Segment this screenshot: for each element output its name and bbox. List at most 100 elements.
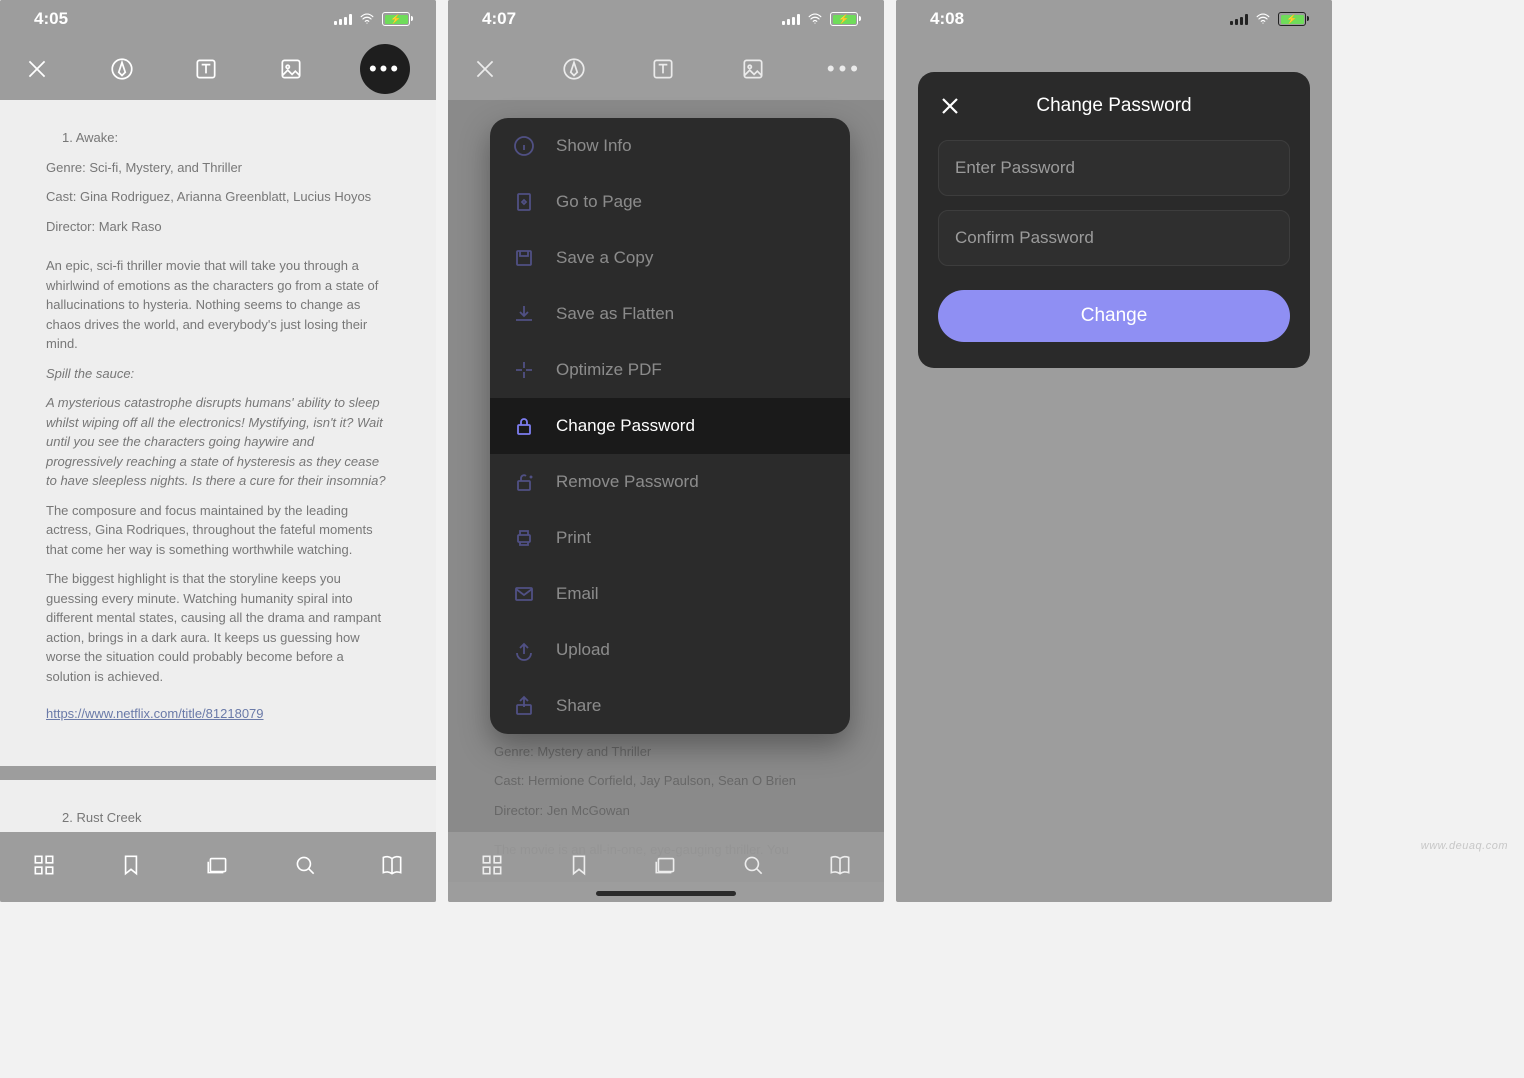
- document-page-1: 1. Awake: Genre: Sci-fi, Mystery, and Th…: [0, 100, 436, 766]
- menu-item-label: Show Info: [556, 136, 632, 156]
- pen-tool-button[interactable]: [107, 54, 137, 84]
- status-time: 4:08: [930, 9, 964, 29]
- menu-item-label: Save a Copy: [556, 248, 653, 268]
- save-copy-icon: [512, 246, 536, 270]
- doc-line: Cast: Gina Rodriguez, Arianna Greenblatt…: [46, 187, 390, 207]
- menu-item-label: Save as Flatten: [556, 304, 674, 324]
- doc-spill-label: Spill the sauce:: [46, 364, 390, 384]
- wifi-icon: [1254, 12, 1272, 26]
- confirm-password-field[interactable]: [938, 210, 1290, 266]
- bottom-tabbar: [0, 832, 436, 902]
- screenshot-3: 4:08 ⚡ Change Password Change: [896, 0, 1332, 902]
- text-tool-button[interactable]: [648, 54, 678, 84]
- menu-item-label: Remove Password: [556, 472, 699, 492]
- doc-line: Genre: Mystery and Thriller: [494, 742, 838, 762]
- home-indicator: [596, 891, 736, 896]
- text-tool-button[interactable]: [191, 54, 221, 84]
- close-button[interactable]: [22, 54, 52, 84]
- grid-tab[interactable]: [479, 852, 505, 883]
- menu-item-share[interactable]: Share: [490, 678, 850, 734]
- doc-line: 1. Awake:: [46, 128, 390, 148]
- more-button[interactable]: •••: [360, 44, 410, 94]
- menu-item-label: Print: [556, 528, 591, 548]
- doc-line: Cast: Hermione Corfield, Jay Paulson, Se…: [494, 771, 838, 791]
- menu-item-label: Go to Page: [556, 192, 642, 212]
- change-button[interactable]: Change: [938, 290, 1290, 342]
- search-tab[interactable]: [292, 852, 318, 883]
- flatten-icon: [512, 302, 536, 326]
- modal-title: Change Password: [938, 95, 1290, 117]
- image-tool-button[interactable]: [738, 54, 768, 84]
- doc-paragraph: The composure and focus maintained by th…: [46, 501, 390, 560]
- document-viewport[interactable]: 1. Awake: Genre: Sci-fi, Mystery, and Th…: [0, 100, 436, 902]
- battery-icon: ⚡: [1278, 12, 1306, 26]
- battery-icon: ⚡: [382, 12, 410, 26]
- status-bar: 4:08 ⚡: [896, 0, 1332, 38]
- menu-item-show-info[interactable]: Show Info: [490, 118, 850, 174]
- enter-password-field[interactable]: [938, 140, 1290, 196]
- menu-item-label: Optimize PDF: [556, 360, 662, 380]
- menu-item-optimize-pdf[interactable]: Optimize PDF: [490, 342, 850, 398]
- book-tab[interactable]: [827, 852, 853, 883]
- status-time: 4:07: [482, 9, 516, 29]
- image-tool-button[interactable]: [276, 54, 306, 84]
- thumbnails-tab[interactable]: [653, 852, 679, 883]
- wifi-icon: [806, 12, 824, 26]
- menu-item-label: Email: [556, 584, 599, 604]
- menu-item-save-as-flatten[interactable]: Save as Flatten: [490, 286, 850, 342]
- watermark-text: www.deuaq.com: [1421, 840, 1508, 852]
- menu-item-remove-password[interactable]: Remove Password: [490, 454, 850, 510]
- menu-item-upload[interactable]: Upload: [490, 622, 850, 678]
- more-menu-popover: Show Info Go to Page Save a Copy Save as Fl…: [490, 118, 850, 734]
- more-button[interactable]: •••: [827, 56, 862, 82]
- unlock-icon: [512, 470, 536, 494]
- doc-paragraph-italic: A mysterious catastrophe disrupts humans…: [46, 393, 390, 491]
- menu-item-print[interactable]: Print: [490, 510, 850, 566]
- doc-line: Director: Mark Raso: [46, 217, 390, 237]
- more-icon: •••: [369, 58, 401, 80]
- top-toolbar: •••: [0, 38, 436, 100]
- doc-paragraph: The biggest highlight is that the storyl…: [46, 569, 390, 686]
- change-password-modal: Change Password Change: [918, 72, 1310, 368]
- doc-line: Director: Jen McGowan: [494, 801, 838, 821]
- status-time: 4:05: [34, 9, 68, 29]
- lock-icon: [512, 414, 536, 438]
- menu-item-label: Change Password: [556, 416, 695, 436]
- print-icon: [512, 526, 536, 550]
- menu-item-label: Share: [556, 696, 601, 716]
- search-tab[interactable]: [740, 852, 766, 883]
- top-toolbar: •••: [448, 38, 884, 100]
- book-tab[interactable]: [379, 852, 405, 883]
- doc-link[interactable]: https://www.netflix.com/title/81218079: [46, 706, 264, 721]
- thumbnails-tab[interactable]: [205, 852, 231, 883]
- doc-line: 2. Rust Creek: [46, 808, 390, 828]
- goto-page-icon: [512, 190, 536, 214]
- bookmark-tab[interactable]: [118, 852, 144, 883]
- menu-item-change-password[interactable]: Change Password: [490, 398, 850, 454]
- doc-paragraph: An epic, sci-fi thriller movie that will…: [46, 256, 390, 354]
- upload-icon: [512, 638, 536, 662]
- info-icon: [512, 134, 536, 158]
- doc-line: Genre: Sci-fi, Mystery, and Thriller: [46, 158, 390, 178]
- signal-icon: [334, 13, 352, 25]
- share-icon: [512, 694, 536, 718]
- wifi-icon: [358, 12, 376, 26]
- bookmark-tab[interactable]: [566, 852, 592, 883]
- screenshot-2: 4:07 ⚡ ••• 2. Rust Creek Genre: Mystery …: [448, 0, 884, 902]
- menu-item-email[interactable]: Email: [490, 566, 850, 622]
- optimize-icon: [512, 358, 536, 382]
- pen-tool-button[interactable]: [559, 54, 589, 84]
- page-gap: [0, 766, 436, 780]
- close-button[interactable]: [470, 54, 500, 84]
- email-icon: [512, 582, 536, 606]
- status-bar: 4:07 ⚡: [448, 0, 884, 38]
- status-bar: 4:05 ⚡: [0, 0, 436, 38]
- screenshot-1: 4:05 ⚡ ••• 1. Awake: Genre: Sci-fi, Myst…: [0, 0, 436, 902]
- signal-icon: [1230, 13, 1248, 25]
- menu-item-save-a-copy[interactable]: Save a Copy: [490, 230, 850, 286]
- grid-tab[interactable]: [31, 852, 57, 883]
- menu-item-label: Upload: [556, 640, 610, 660]
- battery-icon: ⚡: [830, 12, 858, 26]
- menu-item-go-to-page[interactable]: Go to Page: [490, 174, 850, 230]
- signal-icon: [782, 13, 800, 25]
